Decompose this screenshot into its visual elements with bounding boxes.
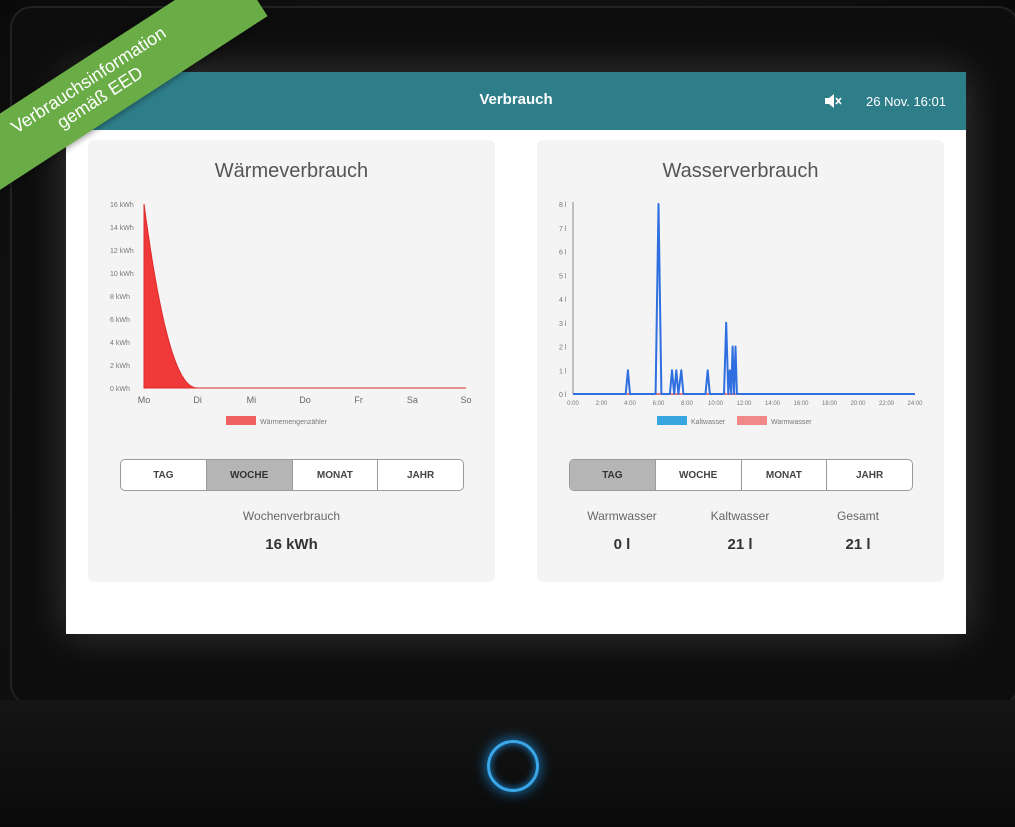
heat-tab-monat[interactable]: MONAT (293, 460, 379, 490)
x-tick-label: 18:00 (822, 401, 838, 407)
gesamt-value: 21 l (845, 536, 871, 553)
water-tab-monat[interactable]: MONAT (742, 460, 828, 490)
x-tick-label: 20:00 (850, 401, 866, 407)
x-tick-label: 2:00 (596, 401, 608, 407)
y-tick-label: 2 kWh (110, 363, 130, 370)
heat-area-series (143, 203, 466, 389)
x-tick-label: Fr (354, 395, 363, 405)
heat-tab-tag[interactable]: TAG (121, 460, 207, 490)
y-tick-label: 10 kWh (110, 271, 134, 278)
legend-label: Kaltwasser (691, 419, 726, 426)
legend-swatch (226, 416, 256, 425)
y-tick-label: 0 l (559, 392, 567, 399)
weekly-consumption-label: Wochenverbrauch (242, 509, 341, 523)
y-tick-label: 2 l (559, 345, 567, 352)
water-period-selector: TAG WOCHE MONAT JAHR (569, 459, 913, 491)
water-consumption-card: Wasserverbrauch 0 l 1 l 2 l 3 l 4 l 5 l 6 l 7 l… (537, 140, 944, 582)
x-tick-label: 16:00 (793, 401, 809, 407)
legend-label: Wärmemengenzähler (260, 419, 328, 426)
x-tick-label: 10:00 (708, 401, 724, 407)
heat-consumption-card: Wärmeverbrauch 0 kWh 2 kWh 4 kWh 6 kWh 8 kWh… (88, 140, 495, 582)
mute-icon[interactable] (824, 93, 842, 109)
home-button[interactable] (487, 740, 539, 792)
x-tick-label: 24:00 (907, 401, 923, 407)
y-tick-label: 16 kWh (110, 202, 134, 209)
water-series-kaltwasser (573, 203, 915, 395)
y-tick-label: 3 l (559, 321, 567, 328)
x-tick-label: 14:00 (765, 401, 781, 407)
legend-swatch-kaltwasser (657, 416, 687, 425)
x-tick-label: 0:00 (567, 401, 579, 407)
y-tick-label: 7 l (559, 226, 567, 233)
gesamt-label: Gesamt (836, 509, 879, 523)
heat-period-selector: TAG WOCHE MONAT JAHR (120, 459, 464, 491)
x-tick-label: 12:00 (736, 401, 752, 407)
x-tick-label: 8:00 (681, 401, 693, 407)
screen: Verbrauch 26 Nov. 16:01 Wärmeverbrauch 0… (66, 72, 966, 634)
warmwasser-label: Warmwasser (587, 509, 657, 523)
heat-chart: 0 kWh 2 kWh 4 kWh 6 kWh 8 kWh 10 kWh 12 kWh 14 … (110, 202, 472, 426)
x-tick-label: Do (299, 395, 311, 405)
legend-swatch-warmwasser (737, 416, 767, 425)
water-tab-jahr[interactable]: JAHR (827, 460, 912, 490)
x-tick-label: 4:00 (624, 401, 636, 407)
x-tick-label: So (460, 395, 471, 405)
tablet-device: Verbrauch 26 Nov. 16:01 Wärmeverbrauch 0… (0, 0, 1015, 827)
x-tick-label: Sa (407, 395, 418, 405)
legend-label: Warmwasser (771, 419, 812, 426)
water-chart: 0 l 1 l 2 l 3 l 4 l 5 l 6 l 7 l 8 l 0:00 2:00 4:00 6… (559, 202, 923, 426)
y-tick-label: 6 l (559, 250, 567, 257)
x-tick-label: 6:00 (653, 401, 665, 407)
y-tick-label: 4 l (559, 297, 567, 304)
y-tick-label: 14 kWh (110, 225, 134, 232)
heat-card-title: Wärmeverbrauch (214, 160, 369, 182)
y-tick-label: 8 kWh (110, 294, 130, 301)
x-tick-label: Di (193, 395, 202, 405)
weekly-consumption-value: 16 kWh (265, 536, 318, 553)
kaltwasser-value: 21 l (727, 536, 753, 553)
date-time: 26 Nov. 16:01 (866, 94, 946, 109)
x-tick-label: Mo (138, 395, 151, 405)
y-tick-label: 0 kWh (110, 386, 130, 393)
y-tick-label: 6 kWh (110, 317, 130, 324)
x-tick-label: 22:00 (879, 401, 895, 407)
heat-tab-woche[interactable]: WOCHE (206, 460, 293, 490)
y-tick-label: 1 l (559, 368, 567, 375)
warmwasser-value: 0 l (613, 536, 631, 553)
water-card-title: Wasserverbrauch (662, 160, 819, 182)
x-tick-label: Mi (247, 395, 256, 405)
water-tab-woche[interactable]: WOCHE (656, 460, 742, 490)
y-tick-label: 4 kWh (110, 340, 130, 347)
kaltwasser-label: Kaltwasser (710, 509, 770, 523)
y-tick-label: 5 l (559, 273, 567, 280)
top-bar: Verbrauch 26 Nov. 16:01 (66, 72, 966, 130)
y-tick-label: 12 kWh (110, 248, 134, 255)
heat-tab-jahr[interactable]: JAHR (378, 460, 463, 490)
y-tick-label: 8 l (559, 202, 567, 209)
water-tab-tag[interactable]: TAG (570, 460, 656, 490)
